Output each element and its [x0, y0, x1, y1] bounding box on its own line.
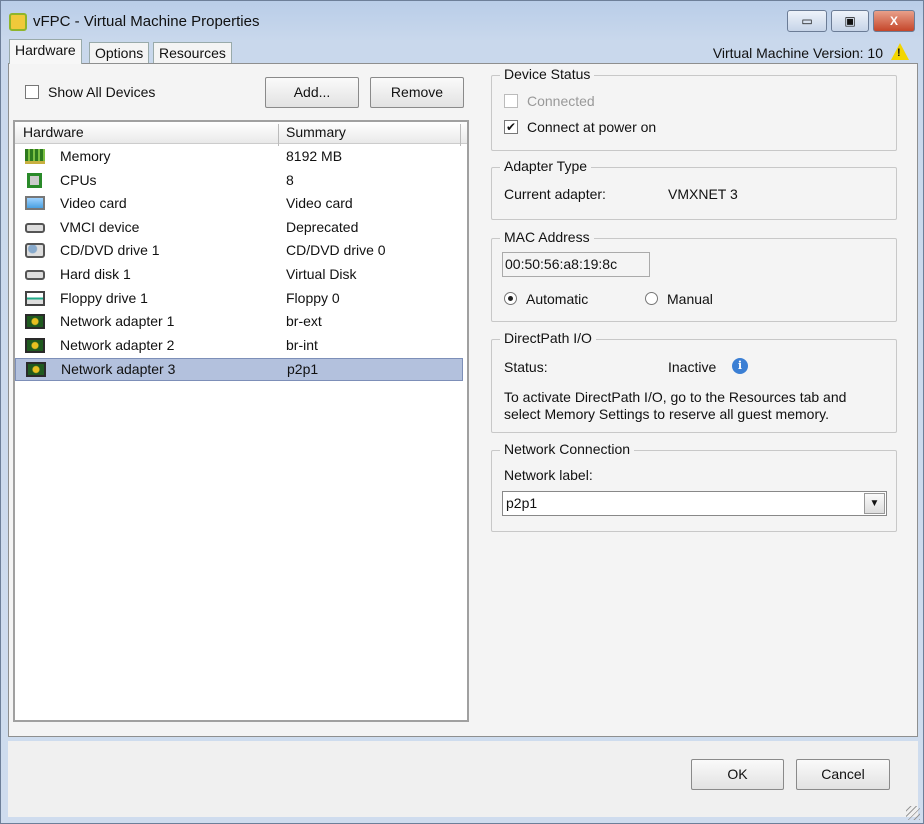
mac-address-title: MAC Address [500, 229, 594, 245]
network-connection-title: Network Connection [500, 441, 635, 457]
adapter-type-title: Adapter Type [500, 158, 592, 174]
floppy-icon [25, 290, 45, 306]
monitor-icon [25, 196, 45, 211]
hardware-summary: br-ext [286, 313, 322, 330]
show-all-devices-checkbox[interactable] [25, 85, 39, 99]
hardware-summary: br-int [286, 336, 318, 353]
cancel-button[interactable]: Cancel [796, 759, 890, 790]
hardware-summary: Deprecated [286, 218, 359, 235]
window-title: vFPC - Virtual Machine Properties [33, 13, 260, 30]
tab-resources[interactable]: Resources [153, 42, 232, 64]
table-row[interactable]: Network adapter 3 p2p1 [15, 358, 463, 382]
hardware-name: Video card [60, 195, 127, 212]
hard-disk-icon [25, 270, 45, 280]
hardware-name: Network adapter 1 [60, 313, 175, 330]
directpath-title: DirectPath I/O [500, 330, 596, 346]
column-summary[interactable]: Summary [286, 124, 346, 140]
chevron-down-icon[interactable]: ▼ [864, 493, 885, 514]
directpath-help-line2: select Memory Settings to reserve all gu… [504, 406, 829, 422]
resize-grip[interactable] [906, 806, 920, 820]
hardware-summary: p2p1 [287, 361, 319, 378]
mac-address-field[interactable]: 00:50:56:a8:19:8c [502, 252, 650, 277]
network-adapter-icon [26, 362, 46, 378]
cd-drive-icon [25, 243, 45, 259]
table-row[interactable]: CPUs 8 [15, 170, 463, 193]
directpath-status-label: Status: [504, 359, 548, 375]
table-row[interactable]: Network adapter 2 br-int [15, 335, 463, 358]
hardware-summary: Floppy 0 [286, 289, 340, 306]
ok-button[interactable]: OK [691, 759, 784, 790]
tab-options[interactable]: Options [89, 42, 150, 64]
show-all-devices-label: Show All Devices [48, 84, 156, 100]
close-button[interactable]: X [873, 10, 915, 32]
table-row[interactable]: Memory 8192 MB [15, 146, 463, 169]
network-label-label: Network label: [504, 467, 593, 483]
memory-icon [25, 149, 45, 164]
network-adapter-icon [25, 314, 45, 330]
table-row[interactable]: Network adapter 1 br-ext [15, 311, 463, 334]
vm-version: Virtual Machine Version: 10 [712, 45, 883, 61]
vm-properties-window: vFPC - Virtual Machine Properties ▭ ▣ X … [0, 0, 924, 824]
connected-checkbox[interactable] [504, 94, 518, 108]
hardware-name: Hard disk 1 [60, 266, 131, 282]
current-adapter-value: VMXNET 3 [668, 186, 738, 202]
table-row[interactable]: CD/DVD drive 1 CD/DVD drive 0 [15, 240, 463, 263]
hardware-list[interactable]: Hardware Summary Memory 8192 MB CPUs 8 V… [13, 120, 469, 722]
network-label-select[interactable]: p2p1 ▼ [502, 491, 887, 516]
adapter-type-group: Adapter Type Current adapter: VMXNET 3 [491, 158, 897, 220]
device-icon [25, 222, 45, 233]
automatic-radio[interactable] [504, 292, 517, 305]
table-row[interactable]: Hard disk 1 Virtual Disk [15, 264, 463, 287]
cpu-icon [27, 172, 42, 188]
connected-label: Connected [527, 93, 595, 109]
hardware-name: VMCI device [60, 218, 140, 235]
connect-at-power-on-checkbox[interactable]: ✔ [504, 120, 518, 134]
add-button[interactable]: Add... [265, 77, 359, 108]
table-row[interactable]: VMCI device Deprecated [15, 217, 463, 240]
hardware-name: Network adapter 3 [61, 361, 176, 378]
manual-label: Manual [667, 291, 713, 307]
network-connection-group: Network Connection Network label: p2p1 ▼ [491, 441, 897, 532]
app-icon [9, 13, 27, 31]
hardware-name: CD/DVD drive 1 [60, 242, 160, 259]
mac-address-group: MAC Address 00:50:56:a8:19:8c Automatic … [491, 229, 897, 322]
hardware-summary: 8 [286, 171, 294, 188]
hardware-name: CPUs [60, 171, 97, 188]
directpath-group: DirectPath I/O Status: Inactive i To act… [491, 330, 897, 433]
hardware-name: Network adapter 2 [60, 336, 175, 353]
network-adapter-icon [25, 337, 45, 353]
list-header: Hardware Summary [15, 122, 467, 146]
automatic-label: Automatic [526, 291, 589, 307]
table-row[interactable]: Floppy drive 1 Floppy 0 [15, 288, 463, 311]
device-status-title: Device Status [500, 66, 595, 82]
hardware-name: Memory [60, 148, 111, 164]
table-row[interactable]: Video card Video card [15, 193, 463, 216]
hardware-summary: Video card [286, 195, 353, 212]
remove-button[interactable]: Remove [370, 77, 464, 108]
manual-radio[interactable] [645, 292, 658, 305]
hardware-summary: 8192 MB [286, 148, 343, 164]
network-label-value: p2p1 [506, 495, 538, 511]
column-hardware[interactable]: Hardware [23, 124, 84, 140]
hardware-name: Floppy drive 1 [60, 289, 148, 306]
info-icon[interactable]: i [732, 358, 748, 374]
warning-icon[interactable]: ! [891, 43, 909, 60]
title-bar[interactable]: vFPC - Virtual Machine Properties ▭ ▣ X [1, 1, 923, 39]
hardware-summary: CD/DVD drive 0 [286, 242, 386, 259]
current-adapter-label: Current adapter: [504, 186, 606, 202]
minimize-button[interactable]: ▭ [787, 10, 827, 32]
directpath-status-value: Inactive [668, 359, 717, 375]
tab-hardware[interactable]: Hardware [9, 39, 82, 64]
directpath-help-line1: To activate DirectPath I/O, go to the Re… [504, 389, 847, 405]
hardware-summary: Virtual Disk [286, 266, 357, 282]
connect-at-power-on-label: Connect at power on [527, 119, 657, 135]
maximize-button[interactable]: ▣ [831, 10, 869, 32]
device-status-group: Device Status Connected ✔ Connect at pow… [491, 66, 897, 151]
